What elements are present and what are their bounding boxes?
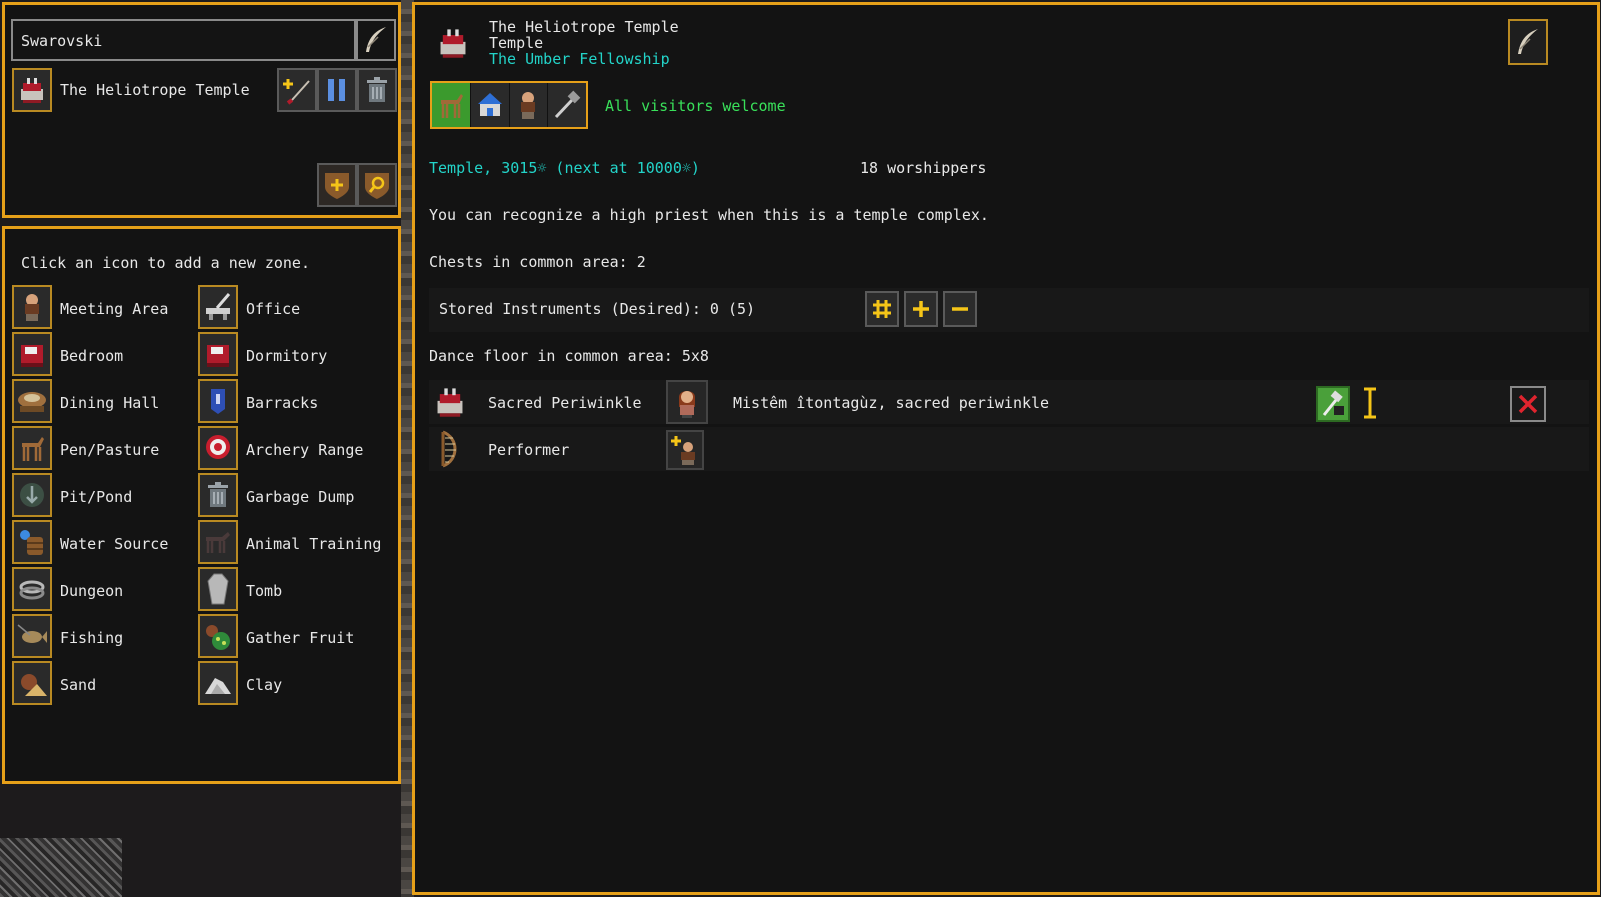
zone-label-office: Office: [246, 300, 301, 318]
rename-button[interactable]: [356, 19, 396, 61]
add-dwarf-icon: [671, 436, 695, 465]
dance-floor-size: Dance floor in common area: 5x8: [429, 347, 709, 365]
close-icon: [1518, 394, 1538, 414]
rock-decoration: [0, 838, 122, 897]
zone-label-garbage-dump: Garbage Dump: [246, 488, 355, 506]
position-role-label: Performer: [488, 441, 570, 459]
garbage-bin-icon: [198, 473, 238, 517]
position-holder-name: Mistêm îtontagùz, sacred periwinkle: [733, 394, 1050, 412]
zone-label-gather-fruit: Gather Fruit: [246, 629, 355, 647]
add-location-button[interactable]: [317, 163, 357, 207]
access-members-button[interactable]: [509, 83, 549, 127]
rename-location-button[interactable]: [1508, 19, 1548, 65]
fruit-bush-icon: [198, 614, 238, 658]
trash-icon: [367, 77, 387, 102]
zone-list-instruction: Click an icon to add a new zone.: [21, 254, 310, 272]
zone-label-archery-range: Archery Range: [246, 441, 364, 459]
zone-label-barracks: Barracks: [246, 394, 319, 412]
access-all-visitors-button[interactable]: [432, 83, 471, 127]
zone-label-fishing: Fishing: [60, 629, 124, 647]
shield-plus-icon: [325, 173, 349, 199]
harp-icon: [437, 430, 465, 468]
position-holder-portrait[interactable]: [666, 380, 708, 424]
dwarf-portrait-icon: [679, 391, 695, 418]
dog-icon: [198, 520, 238, 564]
zone-label-dining-hall: Dining Hall: [60, 394, 160, 412]
target-icon: [198, 426, 238, 470]
pit-icon: [12, 473, 52, 517]
shield-search-icon: [365, 173, 389, 199]
quill-icon: [1518, 29, 1538, 54]
lock-assignment-button[interactable]: [1316, 386, 1350, 422]
name-value: Swarovski: [21, 32, 103, 50]
selected-zone-label: The Heliotrope Temple: [60, 81, 250, 99]
find-location-button[interactable]: [357, 163, 397, 207]
sacred-periwinkle-role-icon: [433, 385, 467, 419]
zone-detail-panel: The Heliotrope Temple Temple The Umber F…: [412, 2, 1600, 895]
increase-instruments-button[interactable]: [904, 291, 938, 327]
temple-header-icon: [433, 23, 473, 63]
worshipper-count: 18 worshippers: [860, 159, 987, 177]
quill-icon: [366, 27, 386, 52]
hammer-icon: [555, 90, 581, 119]
name-field[interactable]: Swarovski: [11, 19, 356, 61]
zone-label-bedroom: Bedroom: [60, 347, 124, 365]
assign-performer-button[interactable]: [666, 430, 704, 470]
access-button-group: [430, 81, 588, 129]
zone-label-meeting-area: Meeting Area: [60, 300, 169, 318]
recognize-note: You can recognize a high priest when thi…: [429, 206, 989, 224]
instruments-label: Stored Instruments (Desired): 0 (5): [439, 300, 756, 318]
table-icon: [12, 379, 52, 423]
zone-label-water-source: Water Source: [60, 535, 169, 553]
add-brush-icon: [283, 79, 310, 105]
position-role-label: Sacred Periwinkle: [488, 394, 642, 412]
access-hammer-button[interactable]: [548, 83, 586, 127]
desk-quill-icon: [198, 285, 238, 329]
delete-zone-button[interactable]: [357, 68, 397, 112]
banner-icon: [198, 379, 238, 423]
detail-owner[interactable]: The Umber Fellowship: [489, 50, 670, 68]
clay-pile-icon: [198, 661, 238, 705]
pause-icon: [328, 79, 345, 101]
minus-icon: [952, 307, 968, 311]
zone-label-dungeon: Dungeon: [60, 582, 124, 600]
water-barrel-icon: [12, 520, 52, 564]
access-status: All visitors welcome: [605, 97, 786, 115]
chain-icon: [12, 567, 52, 611]
zone-label-pit-pond: Pit/Pond: [60, 488, 133, 506]
remove-assignment-button[interactable]: [1510, 386, 1546, 422]
pause-button[interactable]: [317, 68, 357, 112]
bed-icon: [12, 332, 52, 376]
temple-icon: [12, 68, 52, 112]
zone-label-pen-pasture: Pen/Pasture: [60, 441, 160, 459]
zone-label-sand: Sand: [60, 676, 97, 694]
plus-icon: [913, 301, 929, 317]
sand-bag-icon: [12, 661, 52, 705]
zone-list-panel: Click an icon to add a new zone. Meeting…: [2, 226, 401, 784]
hammer-lock-icon: [1322, 390, 1344, 416]
zone-label-tomb: Tomb: [246, 582, 283, 600]
set-instruments-button[interactable]: [865, 291, 899, 327]
decrease-instruments-button[interactable]: [943, 291, 977, 327]
zone-label-clay: Clay: [246, 676, 283, 694]
dwarf-icon: [521, 92, 536, 119]
dormitory-bed-icon: [198, 332, 238, 376]
chests-count: Chests in common area: 2: [429, 253, 646, 271]
fortress-icon: [477, 93, 502, 116]
fish-icon: [12, 614, 52, 658]
text-cursor-icon: [1362, 387, 1378, 419]
meeting-area-icon: [12, 285, 52, 329]
add-position-button[interactable]: [277, 68, 317, 112]
coffin-icon: [198, 567, 238, 611]
zone-label-dormitory: Dormitory: [246, 347, 328, 365]
horse-icon: [12, 426, 52, 470]
temple-value: Temple, 3015☼ (next at 10000☼): [429, 159, 700, 177]
access-citizens-button[interactable]: [470, 83, 510, 127]
zone-label-animal-training: Animal Training: [246, 535, 382, 553]
zone-summary-panel: Swarovski The Heliotrope Temple: [2, 2, 401, 218]
position-row: [429, 427, 1589, 471]
hash-icon: [873, 300, 891, 318]
horse-icon: [440, 94, 463, 118]
